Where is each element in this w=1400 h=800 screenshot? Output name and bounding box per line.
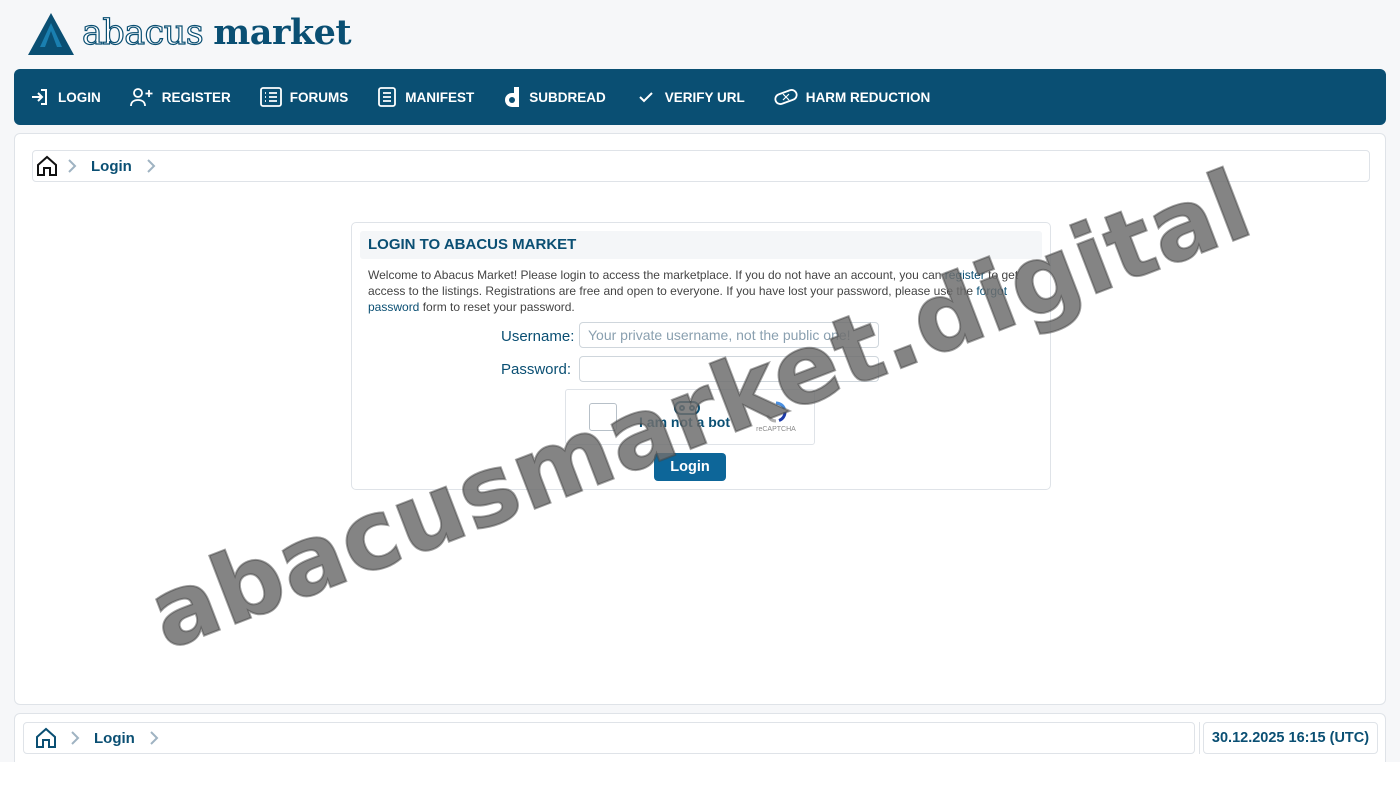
login-button[interactable]: Login <box>654 453 726 481</box>
chevron-right-icon <box>71 731 80 745</box>
captcha-label: I am not a bot <box>639 414 730 430</box>
home-icon[interactable] <box>35 154 59 178</box>
logo-word-abacus: abacus <box>81 12 204 53</box>
footer-divider <box>1199 722 1200 754</box>
breadcrumb: Login <box>32 150 1370 182</box>
captcha-checkbox[interactable] <box>589 403 617 431</box>
main-nav: LOGIN REGISTER FORUMS MANIFEST SUBDREAD … <box>14 69 1386 125</box>
recaptcha-logo: reCAPTCHA <box>756 400 796 433</box>
captcha-widget: I am not a bot reCAPTCHA <box>565 389 815 445</box>
main-content: Login LOGIN TO ABACUS MARKET Welcome to … <box>14 133 1386 705</box>
recaptcha-brand: reCAPTCHA <box>756 426 796 433</box>
document-icon <box>378 87 397 107</box>
chevron-right-icon <box>147 159 156 173</box>
footer-breadcrumb: Login <box>23 722 1195 754</box>
nav-manifest[interactable]: MANIFEST <box>377 87 474 107</box>
nav-register[interactable]: REGISTER <box>129 87 231 107</box>
nav-subdread[interactable]: SUBDREAD <box>503 86 606 108</box>
recaptcha-icon <box>766 401 787 423</box>
breadcrumb-login[interactable]: Login <box>91 158 132 175</box>
login-title: LOGIN TO ABACUS MARKET <box>360 231 1042 259</box>
logo[interactable]: abacus market <box>28 11 352 55</box>
nav-verify-url[interactable]: VERIFY URL <box>635 89 745 105</box>
nav-register-label: REGISTER <box>161 89 231 105</box>
nav-login-label: LOGIN <box>58 89 101 105</box>
register-link[interactable]: register <box>945 268 985 282</box>
nav-forums-label: FORUMS <box>289 89 349 105</box>
nav-verify-url-label: VERIFY URL <box>664 89 745 105</box>
header: abacus market <box>0 0 1400 69</box>
add-user-icon <box>129 88 153 107</box>
password-input[interactable] <box>579 356 879 382</box>
username-label: Username: <box>501 328 575 345</box>
dread-icon <box>505 87 520 107</box>
server-time: 30.12.2025 16:15 (UTC) <box>1203 722 1378 754</box>
chevron-right-icon <box>68 159 77 173</box>
nav-manifest-label: MANIFEST <box>405 89 475 105</box>
logo-word-market: market <box>213 12 352 53</box>
check-icon <box>639 92 653 103</box>
nav-subdread-label: SUBDREAD <box>529 89 606 105</box>
nav-harm-reduction-label: HARM REDUCTION <box>805 89 931 105</box>
login-icon <box>32 89 47 105</box>
welcome-text: Welcome to Abacus Market! Please login t… <box>368 268 1019 314</box>
password-label: Password: <box>501 361 572 378</box>
nav-login[interactable]: LOGIN <box>30 87 101 107</box>
list-icon <box>259 87 282 107</box>
username-input[interactable] <box>579 322 879 348</box>
nav-forums[interactable]: FORUMS <box>259 87 349 107</box>
nav-harm-reduction[interactable]: HARM REDUCTION <box>774 87 931 107</box>
abacus-logo-icon <box>28 13 74 55</box>
home-icon[interactable] <box>34 726 58 750</box>
chevron-right-icon <box>150 731 159 745</box>
bottom-strip <box>0 762 1400 800</box>
login-panel: LOGIN TO ABACUS MARKET Welcome to Abacus… <box>351 222 1051 490</box>
bandage-icon <box>774 89 798 105</box>
footer-breadcrumb-login[interactable]: Login <box>94 730 135 747</box>
